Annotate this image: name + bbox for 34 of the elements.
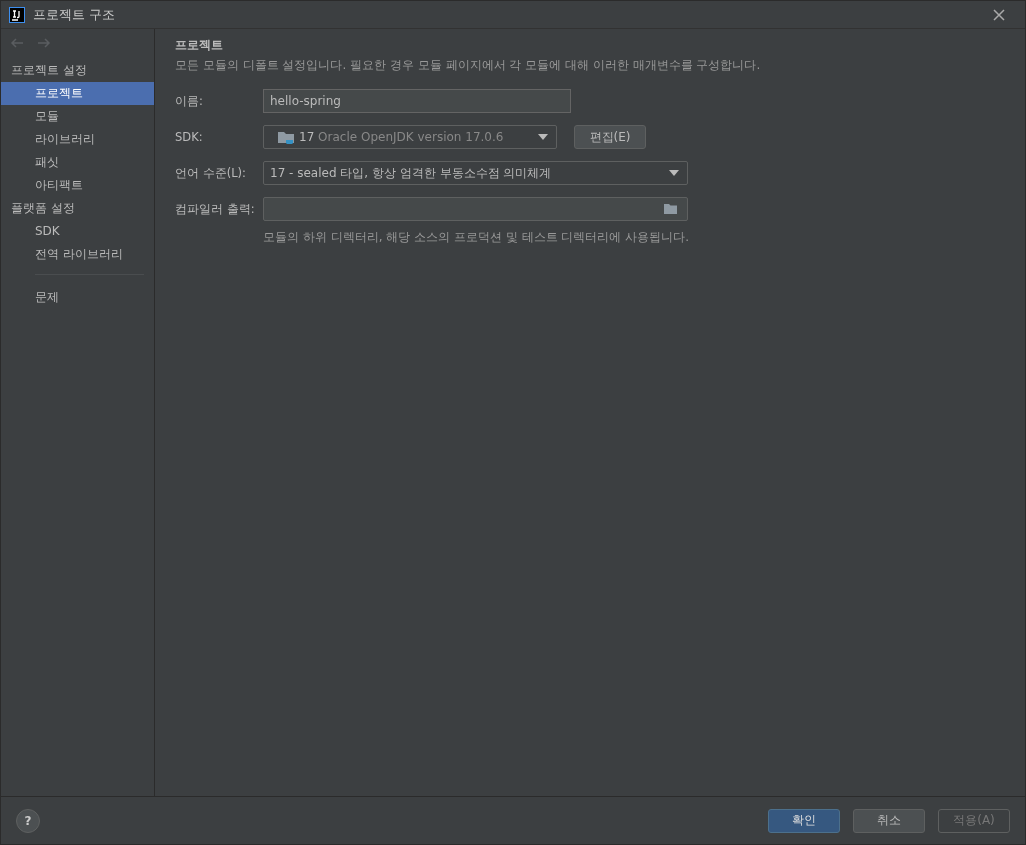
close-icon[interactable]	[993, 8, 1005, 21]
edit-button[interactable]: 편집(E)	[574, 125, 646, 149]
sidebar-item[interactable]: 모듈	[1, 105, 154, 128]
field-label: 컴파일러 출력:	[175, 201, 256, 217]
field-label: 이름:	[175, 93, 204, 109]
folder-icon[interactable]	[663, 203, 679, 215]
compiler-output-field[interactable]	[263, 197, 688, 221]
app-logo-icon	[9, 6, 25, 23]
folder-icon	[277, 130, 295, 144]
name-input-field[interactable]: hello-spring	[263, 89, 571, 113]
field-label: 언어 수준(L):	[175, 165, 247, 181]
section-heading: 프로젝트	[175, 37, 224, 54]
sidebar-item[interactable]: 문제	[1, 286, 154, 309]
sidebar-item[interactable]: 아티팩트	[1, 174, 154, 197]
sidebar-item[interactable]: 전역 라이브러리	[1, 243, 154, 266]
hint-text: 모듈의 하위 디렉터리, 해당 소스의 프로덕션 및 테스트 디렉터리에 사용됩니다.	[263, 229, 690, 246]
field-label: SDK:	[175, 130, 204, 144]
help-button[interactable]: ?	[16, 808, 40, 833]
back-arrow-icon[interactable]	[10, 37, 24, 49]
language-level-dropdown[interactable]: 17 - sealed 타입, 항상 엄격한 부동소수점 의미체계	[263, 161, 688, 185]
sidebar-item[interactable]: SDK	[1, 220, 154, 243]
sdk-dropdown[interactable]: 17 Oracle OpenJDK version 17.0.6	[263, 125, 557, 149]
dialog-button[interactable]: 취소	[853, 808, 925, 833]
window-title: 프로젝트 구조	[33, 5, 117, 24]
sidebar-item[interactable]: 프로젝트	[1, 82, 154, 105]
forward-arrow-icon[interactable]	[37, 37, 51, 49]
caret-icon	[538, 134, 548, 140]
description-text: 모든 모듈의 디폴트 설정입니다. 필요한 경우 모듈 페이지에서 각 모듈에 대해 이러한 매개변수를 구성합니다.	[175, 57, 762, 74]
sidebar-item[interactable]: 라이브러리	[1, 128, 154, 151]
sidebar-group-label: 프로젝트 설정	[10, 62, 88, 79]
caret-icon	[669, 170, 679, 176]
dialog-button[interactable]: 확인	[768, 808, 840, 833]
sidebar-group-label: 플랫폼 설정	[10, 200, 76, 217]
sidebar-item[interactable]: 패싯	[1, 151, 154, 174]
